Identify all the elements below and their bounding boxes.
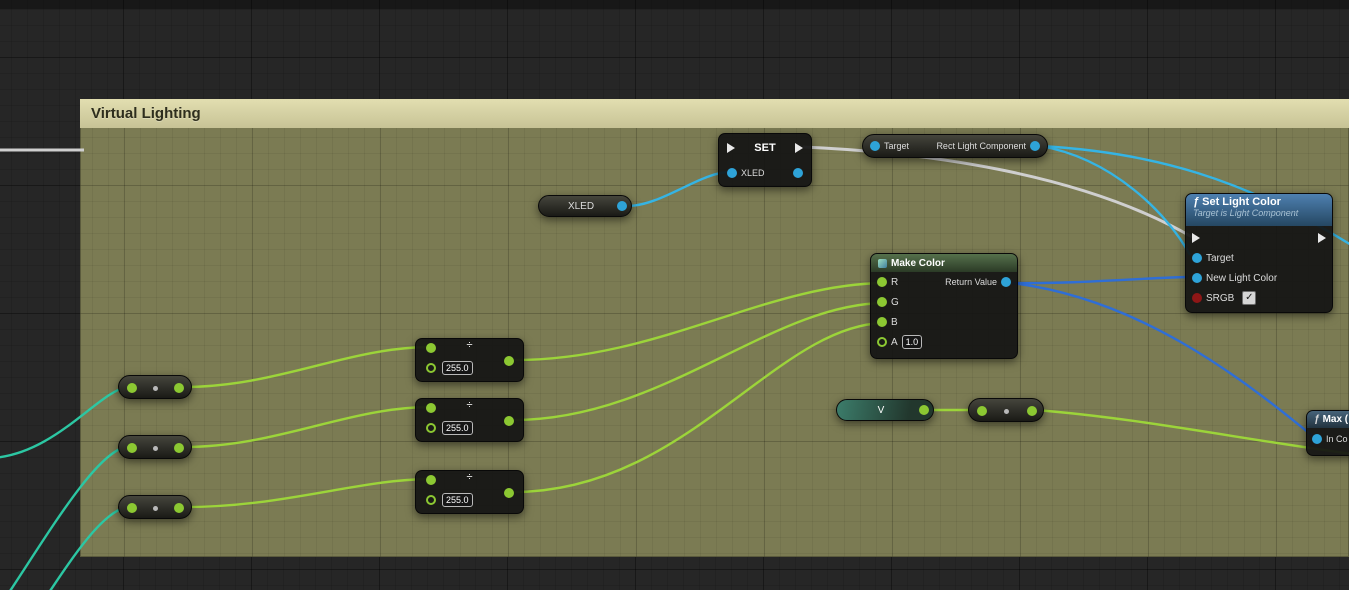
node-subtitle: Target is Light Component	[1193, 208, 1325, 218]
v-getter-node[interactable]: V	[836, 399, 934, 421]
xled-input-pin[interactable]	[727, 168, 737, 178]
node-label: Rect Light Component	[909, 141, 1026, 151]
result-pin[interactable]	[504, 488, 514, 498]
pill-output-pin[interactable]	[174, 503, 184, 513]
top-shade	[0, 0, 1349, 9]
g-label: G	[891, 297, 899, 308]
variable-label: V	[837, 405, 919, 416]
xled-getter-output-pin[interactable]	[617, 201, 627, 211]
comment-body	[80, 128, 1349, 557]
divide-node-1[interactable]: ÷ 255.0	[415, 338, 524, 382]
variable-label: XLED	[539, 201, 617, 212]
comment-box: Virtual Lighting	[80, 99, 1349, 557]
node-title: Set Light Color	[1202, 196, 1281, 208]
node-dot	[1004, 409, 1009, 414]
make-color-icon	[878, 259, 887, 268]
srgb-checkbox[interactable]	[1242, 291, 1256, 305]
a-label: A	[891, 337, 898, 348]
conversion-pill-4[interactable]	[968, 398, 1044, 422]
in-color-pin[interactable]	[1312, 434, 1322, 444]
srgb-pin[interactable]	[1192, 293, 1202, 303]
target-pin[interactable]	[1192, 253, 1202, 263]
pin-label: XLED	[741, 168, 765, 178]
in-color-label: In Co	[1326, 434, 1348, 444]
pill-input-pin[interactable]	[977, 406, 987, 416]
divisor-pin[interactable]	[426, 423, 436, 433]
divide-node-3[interactable]: ÷ 255.0	[415, 470, 524, 514]
result-pin[interactable]	[504, 356, 514, 366]
srgb-label: SRGB	[1206, 293, 1234, 304]
return-value-label: Return Value	[945, 277, 997, 287]
function-icon: ƒ	[1193, 196, 1199, 208]
pill-input-pin[interactable]	[127, 443, 137, 453]
divisor-value-input[interactable]: 255.0	[442, 493, 473, 507]
a-value-input[interactable]: 1.0	[902, 335, 923, 349]
pill-output-pin[interactable]	[174, 383, 184, 393]
max-node[interactable]: ƒ Max ( In Co	[1306, 410, 1349, 456]
target-pin-label: Target	[884, 141, 909, 151]
target-input-pin[interactable]	[870, 141, 880, 151]
divisor-pin[interactable]	[426, 363, 436, 373]
rect-light-component-node[interactable]: Target Rect Light Component	[862, 134, 1048, 158]
component-output-pin[interactable]	[1030, 141, 1040, 151]
b-label: B	[891, 317, 898, 328]
function-icon: ƒ	[1314, 414, 1320, 425]
dividend-pin[interactable]	[426, 475, 436, 485]
node-dot	[153, 446, 158, 451]
new-light-color-pin[interactable]	[1192, 273, 1202, 283]
g-pin[interactable]	[877, 297, 887, 307]
exec-in-pin[interactable]	[1192, 233, 1200, 243]
node-title: SET	[754, 142, 775, 154]
pill-output-pin[interactable]	[1027, 406, 1037, 416]
conversion-pill-1[interactable]	[118, 375, 192, 399]
exec-out-pin[interactable]	[1318, 233, 1326, 243]
dividend-pin[interactable]	[426, 343, 436, 353]
a-pin[interactable]	[877, 337, 887, 347]
make-color-node[interactable]: Make Color R Return Value G B A 1.0	[870, 253, 1018, 359]
new-light-color-label: New Light Color	[1206, 273, 1277, 284]
set-light-color-node[interactable]: ƒSet Light Color Target is Light Compone…	[1185, 193, 1333, 313]
pill-input-pin[interactable]	[127, 383, 137, 393]
divide-node-2[interactable]: ÷ 255.0	[415, 398, 524, 442]
node-title: Max (	[1323, 414, 1349, 425]
xled-output-pin[interactable]	[793, 168, 803, 178]
r-pin[interactable]	[877, 277, 887, 287]
node-title: Make Color	[891, 258, 945, 269]
node-dot	[153, 386, 158, 391]
v-output-pin[interactable]	[919, 405, 929, 415]
set-xled-node[interactable]: SET XLED	[718, 133, 812, 187]
divisor-value-input[interactable]: 255.0	[442, 421, 473, 435]
exec-out-pin[interactable]	[795, 143, 803, 153]
conversion-pill-3[interactable]	[118, 495, 192, 519]
xled-getter-node[interactable]: XLED	[538, 195, 632, 217]
dividend-pin[interactable]	[426, 403, 436, 413]
result-pin[interactable]	[504, 416, 514, 426]
blueprint-graph[interactable]: Virtual Lighting SET	[0, 0, 1349, 590]
return-value-pin[interactable]	[1001, 277, 1011, 287]
divisor-value-input[interactable]: 255.0	[442, 361, 473, 375]
pill-output-pin[interactable]	[174, 443, 184, 453]
exec-in-pin[interactable]	[727, 143, 735, 153]
node-dot	[153, 506, 158, 511]
b-pin[interactable]	[877, 317, 887, 327]
comment-title[interactable]: Virtual Lighting	[80, 99, 1349, 128]
conversion-pill-2[interactable]	[118, 435, 192, 459]
target-label: Target	[1206, 253, 1234, 264]
divisor-pin[interactable]	[426, 495, 436, 505]
pill-input-pin[interactable]	[127, 503, 137, 513]
r-label: R	[891, 277, 898, 288]
